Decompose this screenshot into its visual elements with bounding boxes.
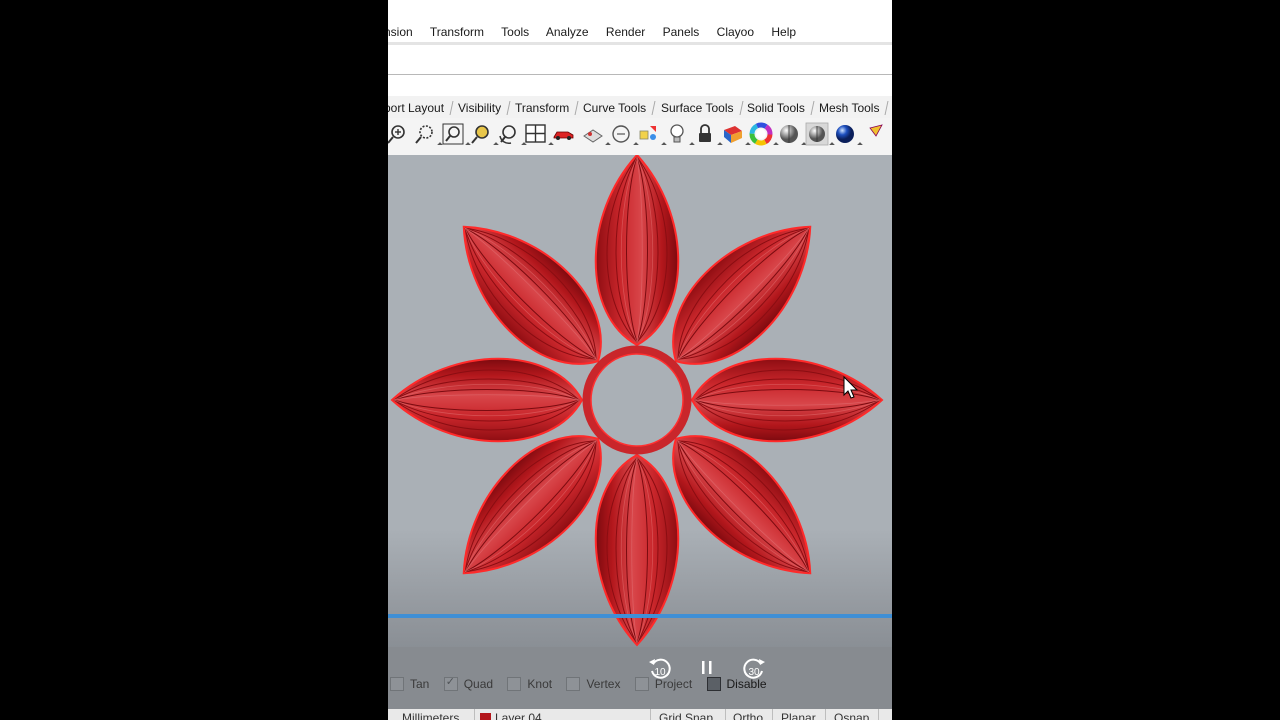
tab-viewport-layout[interactable]: port Layout	[388, 101, 454, 115]
zoom-in-icon[interactable]	[388, 122, 410, 146]
menu-help[interactable]: Help	[771, 25, 796, 39]
pause-button[interactable]	[694, 656, 720, 682]
four-viewports-icon[interactable]	[524, 122, 554, 148]
rhino-app-window: nsion Transform Tools Analyze Render Pan…	[388, 0, 892, 720]
tab-solid-tools[interactable]: Solid Tools	[739, 101, 815, 115]
sphere-gray-icon[interactable]	[777, 122, 807, 148]
menu-clayoo[interactable]: Clayoo	[717, 25, 754, 39]
shape-tools-icon[interactable]	[637, 122, 667, 148]
zoom-extents-icon[interactable]	[441, 122, 471, 148]
rotate-view-icon[interactable]	[497, 122, 527, 148]
ortho-toggle[interactable]: Ortho	[733, 711, 763, 720]
zoom-window-icon[interactable]	[413, 122, 443, 148]
command-line[interactable]	[388, 45, 892, 75]
video-progress-bar[interactable]	[388, 614, 892, 618]
player-controls: 10 30	[388, 656, 892, 686]
menu-transform[interactable]: Transform	[430, 25, 484, 39]
toolbar-tabs: port Layout Visibility Transform Curve Tool…	[388, 96, 892, 119]
layer-indicator[interactable]: Layer 04	[480, 711, 542, 720]
flower-model	[391, 155, 883, 646]
menu-dimension[interactable]: nsion	[388, 25, 413, 39]
toolbar	[388, 118, 892, 156]
lock-icon[interactable]	[693, 122, 723, 148]
planar-section-icon[interactable]	[581, 122, 611, 148]
units-label[interactable]: Millimeters	[402, 711, 459, 720]
menu-render[interactable]: Render	[606, 25, 645, 39]
command-history-area	[388, 75, 892, 96]
color-wheel-icon[interactable]	[749, 122, 779, 148]
tab-surface-tools[interactable]: Surface Tools	[653, 101, 743, 115]
osnap-toggle[interactable]: Osnap	[834, 711, 869, 720]
planar-toggle[interactable]: Planar	[781, 711, 816, 720]
menu-panels[interactable]: Panels	[663, 25, 700, 39]
rewind-button[interactable]: 10	[647, 656, 673, 682]
tab-mesh-tools[interactable]: Mesh Tools	[811, 101, 889, 115]
car-render-icon[interactable]	[552, 122, 576, 146]
light-bulb-icon[interactable]	[665, 122, 695, 148]
perspective-viewport[interactable]	[388, 155, 892, 647]
layer-color-swatch	[480, 713, 491, 720]
menu-analyze[interactable]: Analyze	[546, 25, 589, 39]
zoom-selected-icon[interactable]	[469, 122, 499, 148]
tab-transform[interactable]: Transform	[507, 101, 579, 115]
pause-icon	[702, 661, 712, 674]
snap-arrow-icon[interactable]	[866, 122, 890, 146]
material-icon[interactable]	[721, 122, 751, 148]
grid-snap-toggle[interactable]: Grid Snap	[659, 711, 713, 720]
menu-tools[interactable]: Tools	[501, 25, 529, 39]
sphere-blue-icon[interactable]	[833, 122, 863, 148]
tab-visibility[interactable]: Visibility	[450, 101, 511, 115]
menu-bar: nsion Transform Tools Analyze Render Pan…	[388, 0, 892, 44]
status-bar: Millimeters Layer 04 Grid Snap Ortho Pla…	[388, 709, 892, 720]
circle-target-icon[interactable]	[609, 122, 639, 148]
forward-button[interactable]: 30	[741, 656, 767, 682]
sphere-shaded-icon[interactable]	[805, 122, 835, 148]
tab-curve-tools[interactable]: Curve Tools	[575, 101, 657, 115]
